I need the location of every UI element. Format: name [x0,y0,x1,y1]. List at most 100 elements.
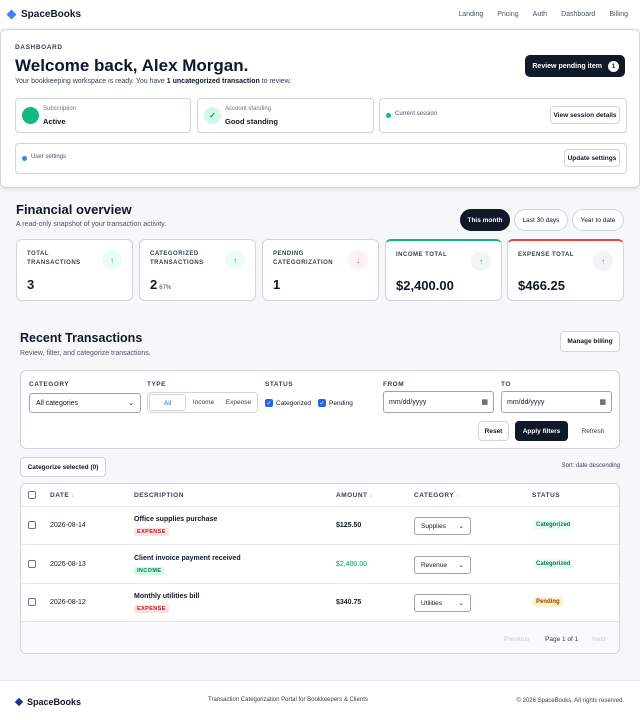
type-all[interactable]: All [149,394,186,411]
row-description: Client invoice payment received [134,555,241,562]
filter-panel: CATEGORY All categories ⌄ TYPE All Incom… [20,370,620,449]
row-description: Office supplies purchase [134,516,218,523]
status-filter-label: STATUS [265,381,294,388]
select-all-checkbox[interactable] [28,491,36,499]
kpi-value: $466.25 [518,278,565,293]
column-description: DESCRIPTION [134,492,184,499]
row-type-badge: EXPENSE [134,605,169,613]
kpi-value-number: $466.25 [518,278,565,293]
calendar-icon: ▦ [481,399,488,406]
range-last-30-days[interactable]: Last 30 days [514,209,568,231]
status-pending-checkbox[interactable]: ✓ Pending [318,399,353,407]
table-row: 2026-08-12 Monthly utilities bill EXPENS… [21,584,619,622]
row-amount: $340.75 [336,599,362,606]
kpi-label: TOTAL TRANSACTIONS [27,251,81,266]
category-filter-value: All categories [36,399,79,407]
page-indicator: Page 1 of 1 [545,636,579,643]
row-checkbox[interactable] [28,521,36,529]
footer-brand-name: SpaceBooks [27,697,82,707]
kpi-value: 3 [27,277,34,292]
nav-link-landing[interactable]: Landing [458,11,483,18]
category-filter-select[interactable]: All categories ⌄ [29,393,141,413]
nav-link-auth[interactable]: Auth [533,11,547,18]
row-checkbox[interactable] [28,598,36,606]
apply-filters-button[interactable]: Apply filters [515,421,568,441]
type-expense[interactable]: Expense [221,394,256,411]
kpi-label: EXPENSE TOTAL [518,252,574,258]
sort-arrow-icon: ↕ [456,492,460,499]
refresh-button[interactable]: Refresh [574,421,612,441]
dashboard-eyebrow: DASHBOARD [15,44,63,51]
account-standing-card: ✓ Account standing Good standing [197,98,374,133]
to-date-input[interactable]: mm/dd/yyyy ▦ [501,391,612,413]
status-categorized-checkbox[interactable]: ✓ Categorized [265,399,311,407]
view-session-details-button[interactable]: View session details [550,106,620,124]
from-date-input[interactable]: mm/dd/yyyy ▦ [383,391,494,413]
previous-page-button[interactable]: Previous [504,636,529,643]
account-standing-label: Account standing [225,106,272,112]
column-amount-label: AMOUNT [336,492,368,499]
column-category[interactable]: CATEGORY ↕ [414,492,460,499]
kpi-income-total: INCOME TOTAL ↑ $2,400.00 [385,239,502,301]
column-status: STATUS [532,492,561,499]
nav-link-pricing[interactable]: Pricing [497,11,518,18]
current-session-card: Current session View session details [379,98,627,133]
nav-link-dashboard[interactable]: Dashboard [561,11,595,18]
checkbox-checked-icon: ✓ [265,399,273,407]
brand-logo[interactable]: SpaceBooks [6,9,81,20]
status-pending-label: Pending [329,399,353,407]
top-nav: SpaceBooks Landing Pricing Auth Dashboar… [0,0,640,28]
categorize-selected-button[interactable]: Categorize selected (0) [20,457,106,477]
manage-billing-button[interactable]: Manage billing [560,331,620,352]
row-category-select[interactable]: Revenue ⌄ [414,556,471,574]
from-date-placeholder: mm/dd/yyyy [389,398,427,406]
to-date-placeholder: mm/dd/yyyy [507,398,545,406]
subscription-status-icon [22,107,39,124]
range-this-month[interactable]: This month [460,209,510,231]
row-type-badge: EXPENSE [134,528,169,536]
row-category-select[interactable]: Utilities ⌄ [414,594,471,612]
update-settings-button[interactable]: Update settings [564,149,620,167]
welcome-sub-bold: 1 uncategorized transaction [166,78,260,85]
financial-overview-title: Financial overview [16,202,132,217]
row-checkbox[interactable] [28,560,36,568]
column-category-label: CATEGORY [414,492,455,499]
footer-tagline: Transaction Categorization Portal for Bo… [208,697,368,703]
review-pending-button[interactable]: Review pending item 1 [525,55,625,77]
kpi-pending-categorization: PENDING CATEGORIZATION ↓ 1 [262,239,379,301]
review-pending-label: Review pending item [532,62,602,70]
next-page-button[interactable]: Next [592,636,605,643]
reset-button[interactable]: Reset [478,421,509,441]
row-status-badge: Pending [532,597,564,607]
row-amount: $2,400.00 [336,561,368,568]
row-category-select[interactable]: Supplies ⌄ [414,517,471,535]
status-categorized-label: Categorized [276,399,312,407]
range-year-to-date[interactable]: Year to date [572,209,624,231]
footer-brand[interactable]: SpaceBooks [14,697,82,707]
transactions-table: DATE ↓ DESCRIPTION AMOUNT ↕ CATEGORY ↕ STAT… [20,483,620,654]
kpi-value: 1 [273,277,280,292]
kpi-value-number: 3 [27,277,35,292]
sort-arrow-icon: ↕ [369,492,374,499]
diamond-logo-icon [6,9,17,19]
subscription-card: Subscription Active [15,98,191,133]
arrow-down-icon: ↓ [348,250,368,270]
chevron-down-icon: ⌄ [458,523,464,530]
kpi-label: CATEGORIZED TRANSACTIONS [150,251,204,266]
dashboard-card: DASHBOARD Welcome back, Alex Morgan. You… [0,29,640,188]
type-filter-label: TYPE [147,381,166,388]
row-date: 2026-08-14 [50,522,86,529]
kpi-value: 2 67% [150,277,171,292]
chevron-down-icon: ⌄ [128,400,134,407]
column-date[interactable]: DATE ↓ [50,492,75,499]
kpi-percent: 67% [159,285,172,291]
kpi-label: INCOME TOTAL [396,252,448,258]
row-category-value: Revenue [421,561,448,569]
nav-link-billing[interactable]: Billing [609,11,628,18]
kpi-value-number: 1 [273,277,281,292]
welcome-subtitle: Your bookkeeping workspace is ready. You… [15,78,291,85]
kpi-expense-total: EXPENSE TOTAL ↑ $466.25 [507,239,624,301]
row-category-value: Supplies [421,522,446,530]
column-amount[interactable]: AMOUNT ↕ [336,492,373,499]
type-income[interactable]: Income [186,394,221,411]
